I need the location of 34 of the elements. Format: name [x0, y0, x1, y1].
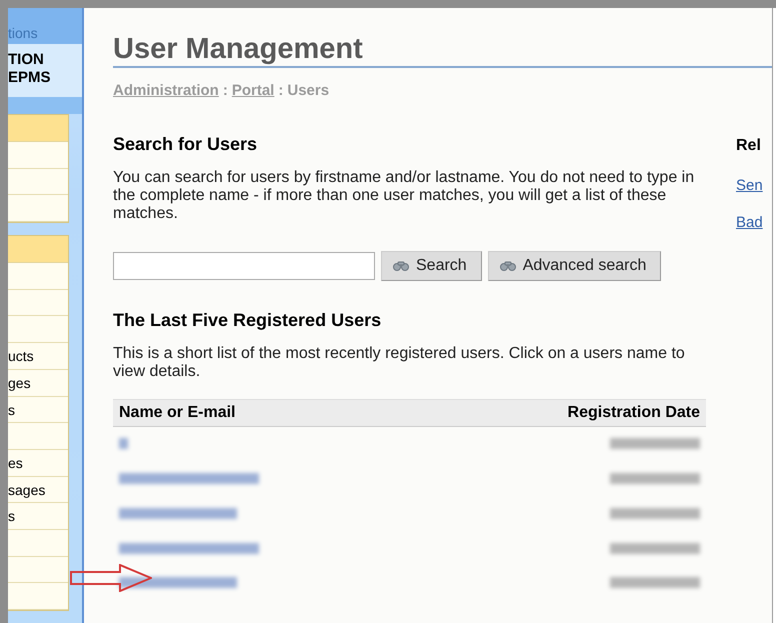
page-title: User Management	[113, 8, 772, 68]
column-header: Name or E-mail	[113, 400, 418, 426]
app-title: TION	[8, 50, 45, 69]
search-field[interactable]	[113, 252, 375, 280]
column-header: Registration Date	[417, 400, 706, 426]
blurred-user-link[interactable]	[119, 542, 259, 554]
related-link[interactable]: Bad	[736, 214, 763, 231]
breadcrumb-separator: :	[222, 82, 228, 99]
logo-tagline: tions	[8, 24, 38, 41]
app-title: EPMS	[8, 68, 52, 87]
blurred-user-link[interactable]	[119, 577, 237, 588]
search-button[interactable]: Search	[381, 251, 482, 281]
blurred-user-link[interactable]	[119, 508, 237, 519]
recent-users-description: This is a short list of the most recently registered users. Click on a users name to view details.	[113, 345, 686, 381]
breadcrumb-current: Users	[287, 82, 330, 99]
menu-header	[8, 115, 68, 142]
menu-item[interactable]: s	[8, 503, 68, 530]
blurred-user-link[interactable]	[119, 472, 259, 484]
breadcrumb-separator: :	[278, 82, 284, 99]
section-heading: The Last Five Registered Users	[113, 309, 382, 331]
search-button[interactable]: Advanced search	[488, 251, 662, 281]
menu-item[interactable]: ucts	[8, 343, 68, 370]
menu-header	[8, 236, 68, 264]
binoculars-icon	[392, 260, 410, 272]
menu-item[interactable]: es	[8, 450, 68, 477]
section-heading: Rel	[736, 136, 762, 156]
menu-item[interactable]: s	[8, 396, 68, 424]
menu-item[interactable]: ges	[8, 370, 68, 396]
related-link[interactable]: Sen	[736, 177, 763, 194]
binoculars-icon	[498, 260, 517, 272]
menu-item[interactable]: sages	[8, 476, 68, 504]
blurred-user-link[interactable]	[119, 438, 128, 450]
section-heading: Search for Users	[113, 133, 258, 155]
search-description: You can search for users by firstname and/or lastname. You do not need to type in the complete name - if more than one user matches, you will get a list of these matches.	[113, 169, 696, 223]
